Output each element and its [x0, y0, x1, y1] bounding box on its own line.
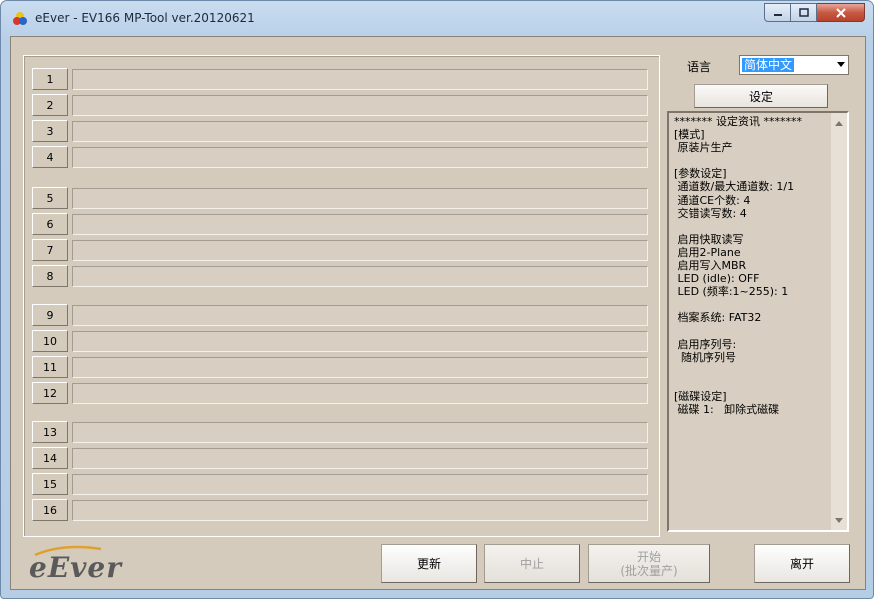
port-button[interactable]: 11 [32, 356, 68, 378]
port-row: 12 [32, 382, 648, 404]
port-button[interactable]: 9 [32, 304, 68, 326]
main-window: eEver - EV166 MP-Tool ver.20120621 12345… [0, 0, 874, 599]
port-button[interactable]: 3 [32, 120, 68, 142]
port-row: 15 [32, 473, 648, 495]
minimize-icon [773, 13, 782, 16]
port-button[interactable]: 1 [32, 68, 68, 90]
language-selected-value: 简体中文 [742, 58, 795, 72]
port-button[interactable]: 8 [32, 265, 68, 287]
port-row: 16 [32, 499, 648, 521]
port-status-bar [72, 500, 648, 521]
window-title: eEver - EV166 MP-Tool ver.20120621 [35, 11, 255, 25]
port-row: 9 [32, 304, 648, 326]
settings-button[interactable]: 设定 [694, 84, 828, 108]
info-scrollbar[interactable] [831, 113, 847, 530]
update-label: 更新 [416, 556, 441, 571]
port-row: 13 [32, 421, 648, 443]
close-icon [835, 7, 846, 18]
settings-info-text: ******* 设定资讯 ******* [模式] 原装片生产 [参数设定] 通… [674, 115, 802, 417]
exit-label: 离开 [789, 556, 814, 571]
language-label: 语言 [687, 60, 712, 74]
port-row: 14 [32, 447, 648, 469]
port-row: 7 [32, 239, 648, 261]
port-row: 11 [32, 356, 648, 378]
port-status-bar [72, 240, 648, 261]
port-status-bar [72, 422, 648, 443]
port-status-bar [72, 448, 648, 469]
port-row: 2 [32, 94, 648, 116]
port-status-bar [72, 121, 648, 142]
window-controls [764, 3, 865, 23]
maximize-icon [798, 7, 809, 17]
port-button[interactable]: 13 [32, 421, 68, 443]
port-status-bar [72, 474, 648, 495]
port-row: 3 [32, 120, 648, 142]
port-button[interactable]: 5 [32, 187, 68, 209]
start-sub-label: (批次量产) [620, 563, 678, 578]
update-button[interactable]: 更新 [381, 544, 477, 583]
scroll-down-icon[interactable] [835, 518, 843, 523]
dropdown-arrow-icon[interactable] [837, 62, 845, 67]
port-status-bar [72, 69, 648, 90]
port-status-bar [72, 357, 648, 378]
client-area: 1 2 3 4 5 6 7 8 9 10 11 12 13 14 15 16 语言 简体中文 设定 *****… [10, 36, 866, 590]
scroll-up-icon[interactable] [835, 121, 843, 126]
port-status-bar [72, 147, 648, 168]
settings-info-panel[interactable]: ******* 设定资讯 ******* [模式] 原装片生产 [参数设定] 通… [667, 111, 849, 532]
port-button[interactable]: 10 [32, 330, 68, 352]
start-label: 开始 [636, 549, 661, 564]
port-button[interactable]: 14 [32, 447, 68, 469]
port-button[interactable]: 2 [32, 94, 68, 116]
port-button[interactable]: 12 [32, 382, 68, 404]
port-status-bar [72, 331, 648, 352]
port-button[interactable]: 7 [32, 239, 68, 261]
port-button[interactable]: 16 [32, 499, 68, 521]
app-icon [13, 12, 27, 25]
port-status-bar [72, 383, 648, 404]
port-row: 4 [32, 146, 648, 168]
logo-text: eEver [29, 551, 122, 584]
minimize-button[interactable] [764, 3, 791, 22]
start-batch-button[interactable]: 开始 (批次量产) [588, 544, 710, 583]
port-status-bar [72, 188, 648, 209]
port-status-bar [72, 214, 648, 235]
port-group: 1 2 3 4 5 6 7 8 9 10 11 12 13 14 15 16 [23, 55, 660, 537]
port-row: 8 [32, 265, 648, 287]
port-status-bar [72, 305, 648, 326]
title-bar[interactable]: eEver - EV166 MP-Tool ver.20120621 [1, 1, 875, 35]
stop-button[interactable]: 中止 [484, 544, 580, 583]
port-row: 5 [32, 187, 648, 209]
port-row: 6 [32, 213, 648, 235]
port-row: 1 [32, 68, 648, 90]
maximize-button[interactable] [791, 3, 817, 22]
exit-button[interactable]: 离开 [754, 544, 850, 583]
close-button[interactable] [817, 3, 865, 22]
port-button[interactable]: 6 [32, 213, 68, 235]
port-status-bar [72, 95, 648, 116]
port-button[interactable]: 15 [32, 473, 68, 495]
eever-logo: eEver [29, 545, 139, 584]
port-row: 10 [32, 330, 648, 352]
port-status-bar [72, 266, 648, 287]
language-select[interactable]: 简体中文 [739, 55, 849, 75]
port-button[interactable]: 4 [32, 146, 68, 168]
stop-label: 中止 [519, 556, 544, 571]
